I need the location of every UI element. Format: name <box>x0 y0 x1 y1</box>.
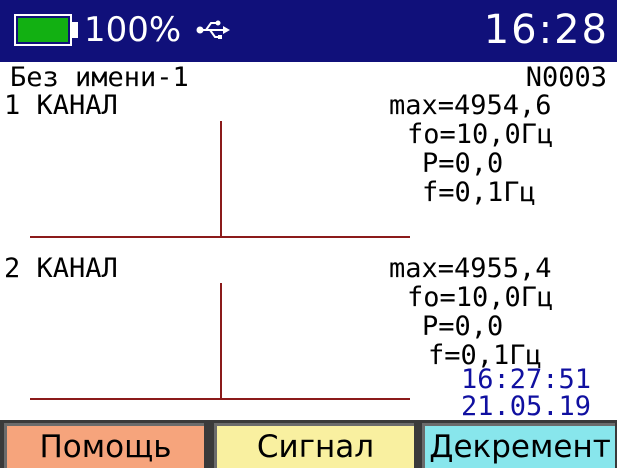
channel-1-f: f=0,1Гц <box>422 177 536 208</box>
clock: 16:28 <box>483 7 609 53</box>
channel-1-label: 1 КАНАЛ <box>4 90 118 121</box>
channel-2-label: 2 КАНАЛ <box>4 253 118 284</box>
channel-1-f0: fo=10,0Гц <box>407 119 554 150</box>
channel-2-max: max=4955,4 <box>389 253 552 284</box>
battery-tip <box>72 22 78 38</box>
channel-2-vertical-axis <box>220 283 222 399</box>
battery-level-fill <box>18 18 68 42</box>
status-bar: 100% 16:28 <box>0 0 617 62</box>
decrement-button[interactable]: Декремент <box>422 423 615 468</box>
battery-icon <box>14 14 72 46</box>
channel-2-p: P=0,0 <box>422 311 504 342</box>
channel-1-vertical-axis <box>220 121 222 237</box>
usb-icon <box>196 20 230 39</box>
file-name: Без имени-1 <box>10 62 189 93</box>
channel-2-f0: fo=10,0Гц <box>407 282 554 313</box>
battery-percent: 100% <box>84 10 182 50</box>
device-screen: 100% 16:28 Без имени-1 N0003 1 КАНАЛ max… <box>0 0 617 468</box>
channel-2-horizontal-axis <box>30 398 410 400</box>
signal-button[interactable]: Сигнал <box>214 423 414 468</box>
softkey-bar: Помощь Сигнал Декремент <box>0 420 617 468</box>
channel-1-max: max=4954,6 <box>389 90 552 121</box>
channel-1-horizontal-axis <box>30 236 410 238</box>
channel-1-p: P=0,0 <box>422 148 504 179</box>
help-button[interactable]: Помощь <box>4 423 204 468</box>
timestamp-date: 21.05.19 <box>460 391 591 422</box>
record-number: N0003 <box>525 62 607 93</box>
